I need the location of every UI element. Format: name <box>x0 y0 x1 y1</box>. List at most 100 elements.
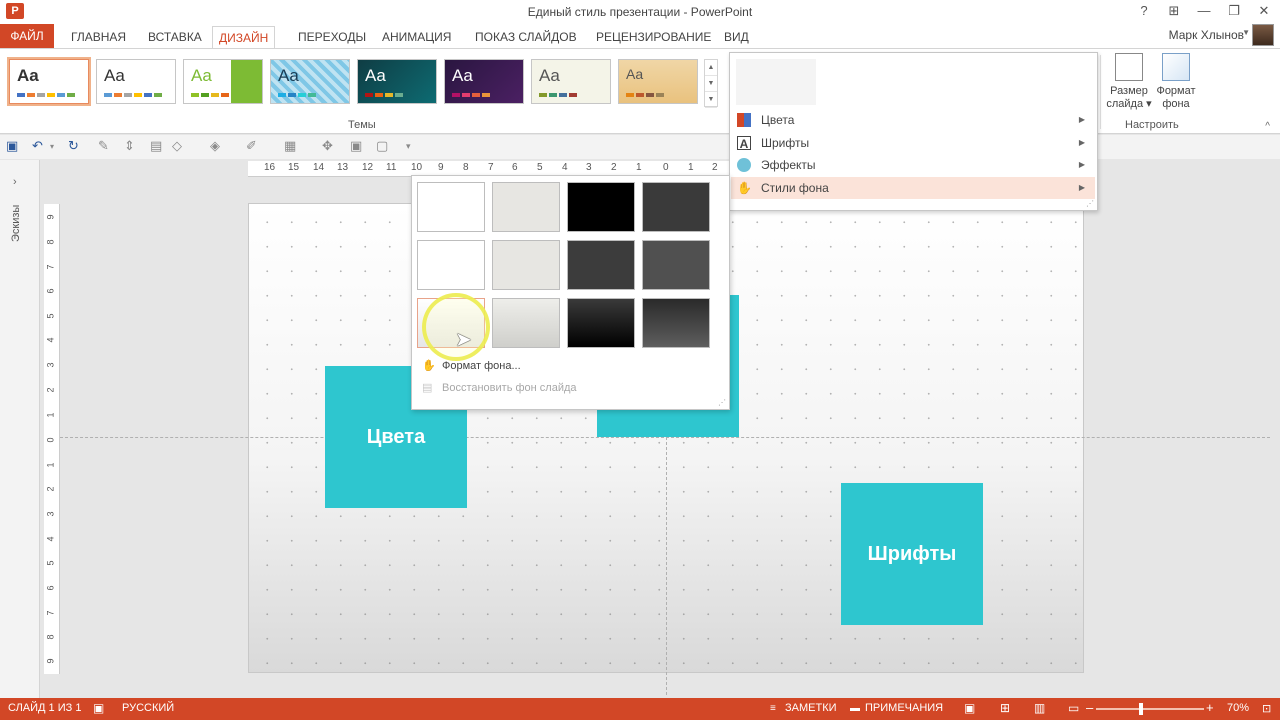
tab-animations[interactable]: АНИМАЦИЯ <box>376 26 457 48</box>
theme-facet[interactable]: Aa <box>183 59 263 104</box>
theme-office[interactable]: Aa <box>7 57 91 106</box>
close-icon[interactable]: ✕ <box>1256 2 1272 20</box>
submenu-arrow-icon: ▶ <box>1078 138 1085 147</box>
tab-review[interactable]: РЕЦЕНЗИРОВАНИЕ <box>590 26 717 48</box>
bg-style-1[interactable] <box>417 182 485 232</box>
fit-to-window-icon[interactable]: ⊡ <box>1262 702 1271 715</box>
status-bar: СЛАЙД 1 ИЗ 1 ▣ РУССКИЙ ≡ ЗАМЕТКИ ▬ ПРИМЕ… <box>0 698 1280 720</box>
bg-style-7[interactable] <box>567 240 635 290</box>
window-title: Единый стиль презентации - PowerPoint <box>527 5 753 19</box>
mouse-pointer-icon: ➤ <box>455 329 472 351</box>
user-name[interactable]: Марк Хлынов <box>1169 28 1244 42</box>
submenu-arrow-icon: ▶ <box>1078 115 1085 124</box>
bg-style-10[interactable] <box>492 298 560 348</box>
thumbnails-label: Эскизы <box>10 204 22 242</box>
expand-thumbnails-icon[interactable]: › <box>13 176 17 188</box>
tab-slideshow[interactable]: ПОКАЗ СЛАЙДОВ <box>469 26 583 48</box>
ungroup-icon[interactable]: ▢ <box>376 138 388 154</box>
customize-qat-icon[interactable]: ▾ <box>406 141 411 152</box>
collapse-ribbon-icon[interactable]: ^ <box>1265 121 1270 132</box>
help-icon[interactable]: ? <box>1136 2 1152 20</box>
vertical-ruler: 9 8 7 6 5 4 3 2 1 0 1 2 3 4 5 6 7 8 9 <box>44 204 60 674</box>
tab-view[interactable]: ВИД <box>718 26 755 48</box>
format-painter-icon[interactable]: ✎ <box>98 138 109 154</box>
zoom-in-icon[interactable]: + <box>1206 700 1214 715</box>
bg-style-4[interactable] <box>642 182 710 232</box>
bg-style-3[interactable] <box>567 182 635 232</box>
reading-view-icon[interactable]: ▥ <box>1034 701 1045 715</box>
ribbon-display-options-icon[interactable]: ⊞ <box>1166 2 1182 20</box>
undo-icon[interactable]: ↶ <box>32 138 43 154</box>
arrange-icon[interactable]: ▦ <box>284 138 296 154</box>
slide-size-icon <box>1115 53 1143 81</box>
resize-grip-icon[interactable]: ⋰ <box>718 398 726 407</box>
customize-group-label: Настроить <box>1125 119 1179 131</box>
variants-menu: Цвета ▶ A Шрифты ▶ Эффекты ▶ ✋ Стили фон… <box>729 52 1098 211</box>
title-bar: P Единый стиль презентации - PowerPoint … <box>0 0 1280 24</box>
align-icon[interactable]: ⇕ <box>124 138 135 154</box>
tab-insert[interactable]: ВСТАВКА <box>142 26 208 48</box>
paint-bucket-icon: ✋ <box>422 360 436 372</box>
resize-grip-icon[interactable]: ⋰ <box>1086 199 1094 208</box>
gallery-down-icon[interactable]: ▼ <box>705 76 717 92</box>
user-dropdown-icon[interactable]: ▼ <box>1242 28 1250 37</box>
horizontal-guide[interactable] <box>60 437 1270 438</box>
theme-ion-boardroom[interactable]: Aa <box>444 59 524 104</box>
shape-fonts-box[interactable]: Шрифты <box>841 483 983 625</box>
menu-item-fonts[interactable]: A Шрифты ▶ <box>731 132 1095 154</box>
zoom-level[interactable]: 70% <box>1227 702 1249 714</box>
minimize-icon[interactable]: — <box>1196 2 1212 20</box>
bg-style-2[interactable] <box>492 182 560 232</box>
language-indicator[interactable]: РУССКИЙ <box>122 702 174 714</box>
tab-design[interactable]: ДИЗАЙН <box>212 26 276 49</box>
bg-style-12[interactable] <box>642 298 710 348</box>
menu-item-background-styles[interactable]: ✋ Стили фона ▶ <box>731 177 1095 199</box>
outline-icon[interactable]: ✐ <box>246 138 257 154</box>
submenu-arrow-icon: ▶ <box>1078 183 1085 192</box>
menu-item-effects[interactable]: Эффекты ▶ <box>731 154 1095 176</box>
gallery-more-icon[interactable]: ▼ <box>705 92 717 108</box>
notes-button[interactable]: ЗАМЕТКИ <box>785 702 837 714</box>
variant-preview[interactable] <box>736 59 816 105</box>
thumbnails-panel: › Эскизы <box>0 160 40 698</box>
tab-home[interactable]: ГЛАВНАЯ <box>65 26 132 48</box>
zoom-slider[interactable] <box>1096 708 1204 710</box>
theme-organic[interactable]: Aa <box>531 59 611 104</box>
textbox-icon[interactable]: ▤ <box>150 138 162 154</box>
avatar[interactable] <box>1252 24 1274 46</box>
bg-style-6[interactable] <box>492 240 560 290</box>
spellcheck-icon[interactable]: ▣ <box>93 701 104 715</box>
format-background-link[interactable]: ✋ Формат фона... <box>418 356 521 376</box>
theme-ion[interactable]: Aa <box>357 59 437 104</box>
zoom-slider-thumb[interactable] <box>1139 703 1143 715</box>
format-background-button[interactable]: Формат фона <box>1152 53 1200 111</box>
gallery-up-icon[interactable]: ▲ <box>705 60 717 76</box>
menu-item-colors[interactable]: Цвета ▶ <box>731 109 1095 131</box>
fonts-icon: A <box>737 136 751 151</box>
comments-button[interactable]: ПРИМЕЧАНИЯ <box>865 702 943 714</box>
theme-integral[interactable]: Aa <box>270 59 350 104</box>
bg-style-8[interactable] <box>642 240 710 290</box>
normal-view-icon[interactable]: ▣ <box>964 701 975 715</box>
theme-2[interactable]: Aa <box>96 59 176 104</box>
selection-icon[interactable]: ✥ <box>322 138 333 154</box>
restore-icon[interactable]: ❐ <box>1226 2 1242 20</box>
shapes-icon[interactable]: ◇ <box>172 138 182 154</box>
zoom-out-icon[interactable]: – <box>1086 700 1093 715</box>
theme-retrospect[interactable]: Aa <box>618 59 698 104</box>
redo-icon[interactable]: ↻ <box>68 138 79 154</box>
slide-counter: СЛАЙД 1 ИЗ 1 <box>8 702 82 714</box>
tab-file[interactable]: ФАЙЛ <box>0 24 54 48</box>
undo-dropdown-icon[interactable]: ▾ <box>50 142 54 151</box>
save-icon[interactable]: ▣ <box>6 138 18 154</box>
effects-icon <box>737 158 751 172</box>
tab-transitions[interactable]: ПЕРЕХОДЫ <box>292 26 372 48</box>
bg-style-11[interactable] <box>567 298 635 348</box>
group-icon[interactable]: ▣ <box>350 138 362 154</box>
fill-icon[interactable]: ◈ <box>210 138 220 154</box>
slide-sorter-icon[interactable]: ⊞ <box>1000 701 1010 715</box>
bg-style-5[interactable] <box>417 240 485 290</box>
themes-gallery-scroll[interactable]: ▲ ▼ ▼ <box>704 59 718 108</box>
slide-size-button[interactable]: Размер слайда ▾ <box>1105 53 1153 111</box>
slideshow-view-icon[interactable]: ▭ <box>1068 701 1079 715</box>
